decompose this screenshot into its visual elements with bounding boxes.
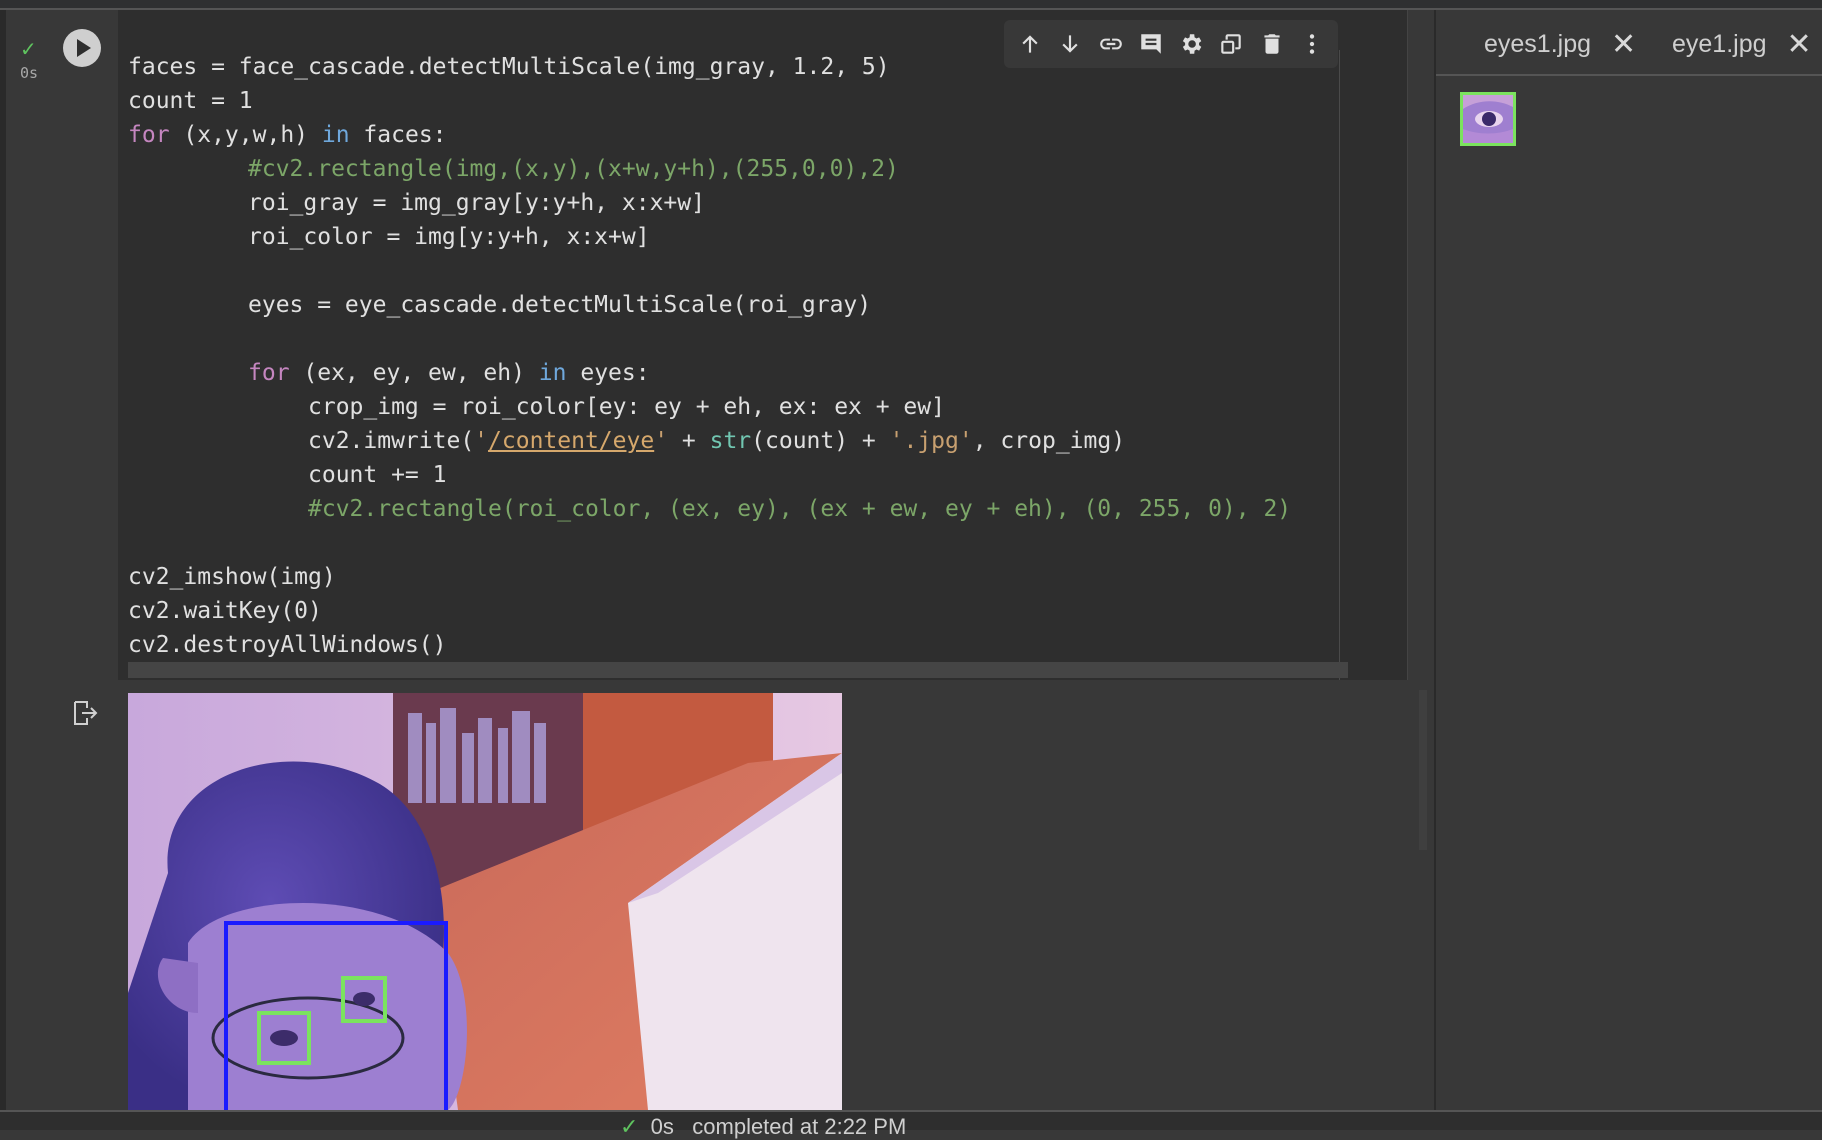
code-token: eyes: [566, 360, 650, 386]
code-line: count += 1 [128, 458, 1388, 492]
mirror-cell-button[interactable] [1214, 27, 1248, 61]
code-line: for (ex, ey, ew, eh) in eyes: [128, 356, 1388, 390]
code-token: (x,y,w,h) [169, 122, 322, 148]
trash-icon [1264, 34, 1280, 54]
code-line: for (x,y,w,h) in faces: [128, 118, 1388, 152]
file-tabs: eyes1.jpg ✕ eye1.jpg ✕ [1436, 10, 1822, 76]
status-time: 0s [650, 1114, 674, 1139]
code-line: cv2.imwrite('/content/eye' + str(count) … [128, 424, 1388, 458]
code-line: eyes = eye_cascade.detectMultiScale(roi_… [128, 288, 1388, 322]
run-cell-button[interactable] [63, 29, 101, 67]
code-token: ' [474, 428, 489, 454]
code-line: #cv2.rectangle(img,(x,y),(x+w,y+h),(255,… [128, 152, 1388, 186]
eye-crop-thumbnail [1460, 92, 1516, 146]
horizontal-scrollbar[interactable] [128, 662, 1348, 678]
code-token: #cv2.rectangle(roi_color, (ex, ey), (ex … [308, 496, 1292, 522]
status-check-icon: ✓ [620, 1114, 639, 1139]
tab-eyes1-jpg[interactable]: eyes1.jpg ✕ [1484, 24, 1636, 64]
code-token: for [128, 122, 170, 148]
code-token: '.jpg' [889, 428, 973, 454]
arrow-up-icon [1022, 35, 1038, 53]
gear-icon [1183, 34, 1202, 54]
comment-icon [1141, 34, 1161, 54]
arrow-down-icon [1062, 35, 1078, 53]
code-token: #cv2.rectangle(img,(x,y),(x+w,y+h),(255,… [248, 156, 899, 182]
code-line: crop_img = roi_color[ey: ey + eh, ex: ex… [128, 390, 1388, 424]
run-success-check-icon: ✓ [20, 39, 37, 61]
tab-label: eye1.jpg [1672, 29, 1767, 58]
status-completed: completed at 2:22 PM [692, 1114, 907, 1139]
execution-time: 0s [20, 64, 39, 82]
code-token: in [538, 360, 567, 386]
run-column [46, 10, 118, 680]
delete-cell-button[interactable] [1255, 27, 1289, 61]
code-editor[interactable]: faces = face_cascade.detectMultiScale(im… [128, 50, 1388, 662]
code-line: cv2_imshow(img) [128, 560, 1388, 594]
cell-settings-button[interactable] [1174, 27, 1208, 61]
link-icon [1099, 38, 1122, 50]
link-to-cell-button[interactable] [1094, 27, 1128, 61]
status-bar: ✓ 0s completed at 2:22 PM [0, 1110, 1822, 1139]
more-vert-icon [1309, 34, 1315, 54]
code-cell[interactable]: faces = face_cascade.detectMultiScale(im… [46, 10, 1408, 680]
code-token: count += 1 [308, 462, 447, 488]
code-line: roi_color = img[y:y+h, x:x+w] [128, 220, 1388, 254]
code-token: cv2_imshow(img) [128, 564, 336, 590]
code-line: count = 1 [128, 84, 1388, 118]
code-token: ' [654, 428, 669, 454]
code-token: (count) + [751, 428, 890, 454]
move-cell-down-button[interactable] [1053, 27, 1087, 61]
tab-eye1-jpg[interactable]: eye1.jpg ✕ [1672, 24, 1812, 64]
code-token: + [668, 428, 710, 454]
play-icon [77, 39, 91, 57]
cell-toolbar [1004, 20, 1338, 68]
more-actions-button[interactable] [1295, 27, 1329, 61]
code-token: , crop_img) [972, 428, 1126, 454]
code-line: roi_gray = img_gray[y:y+h, x:x+w] [128, 186, 1388, 220]
code-line: cv2.destroyAllWindows() [128, 628, 1388, 662]
cell-gutter: ✓ 0s [0, 10, 46, 1112]
output-actions-icon[interactable] [70, 698, 100, 728]
move-cell-up-button[interactable] [1013, 27, 1047, 61]
code-token: faces = face_cascade.detectMultiScale(im… [128, 54, 890, 80]
code-token: crop_img = roi_color[ey: ey + eh, ex: ex… [308, 394, 945, 420]
code-token: /content/eye [488, 428, 655, 454]
editor-ruler [1339, 50, 1340, 680]
code-token: cv2.waitKey(0) [128, 598, 322, 624]
close-icon[interactable]: ✕ [1787, 27, 1812, 62]
tab-label: eyes1.jpg [1484, 29, 1592, 58]
code-token: eyes = eye_cascade.detectMultiScale(roi_… [248, 292, 872, 318]
code-token: faces: [349, 122, 447, 148]
code-token: roi_color = img[y:y+h, x:x+w] [248, 224, 650, 250]
code-token: str [709, 428, 752, 454]
status-text: ✓ 0s completed at 2:22 PM [620, 1114, 906, 1140]
close-icon[interactable]: ✕ [1611, 27, 1636, 62]
scrollbar-thumb[interactable] [1419, 690, 1427, 850]
file-viewer-panel: eyes1.jpg ✕ eye1.jpg ✕ [1434, 10, 1822, 1112]
code-token: cv2.destroyAllWindows() [128, 632, 447, 658]
output-image [128, 693, 842, 1110]
output-scrollbar[interactable] [1413, 680, 1433, 1110]
window-top-border [0, 0, 1822, 10]
code-line: cv2.waitKey(0) [128, 594, 1388, 628]
code-token: (ex, ey, ew, eh) [289, 360, 539, 386]
code-token: count = 1 [128, 88, 253, 114]
code-token: roi_gray = img_gray[y:y+h, x:x+w] [248, 190, 705, 216]
code-line: #cv2.rectangle(roi_color, (ex, ey), (ex … [128, 492, 1388, 526]
mirror-cell-icon [1221, 34, 1242, 54]
code-token: in [321, 122, 350, 148]
code-token: cv2.imwrite( [308, 428, 475, 454]
code-token: for [248, 360, 290, 386]
add-comment-button[interactable] [1134, 27, 1168, 61]
